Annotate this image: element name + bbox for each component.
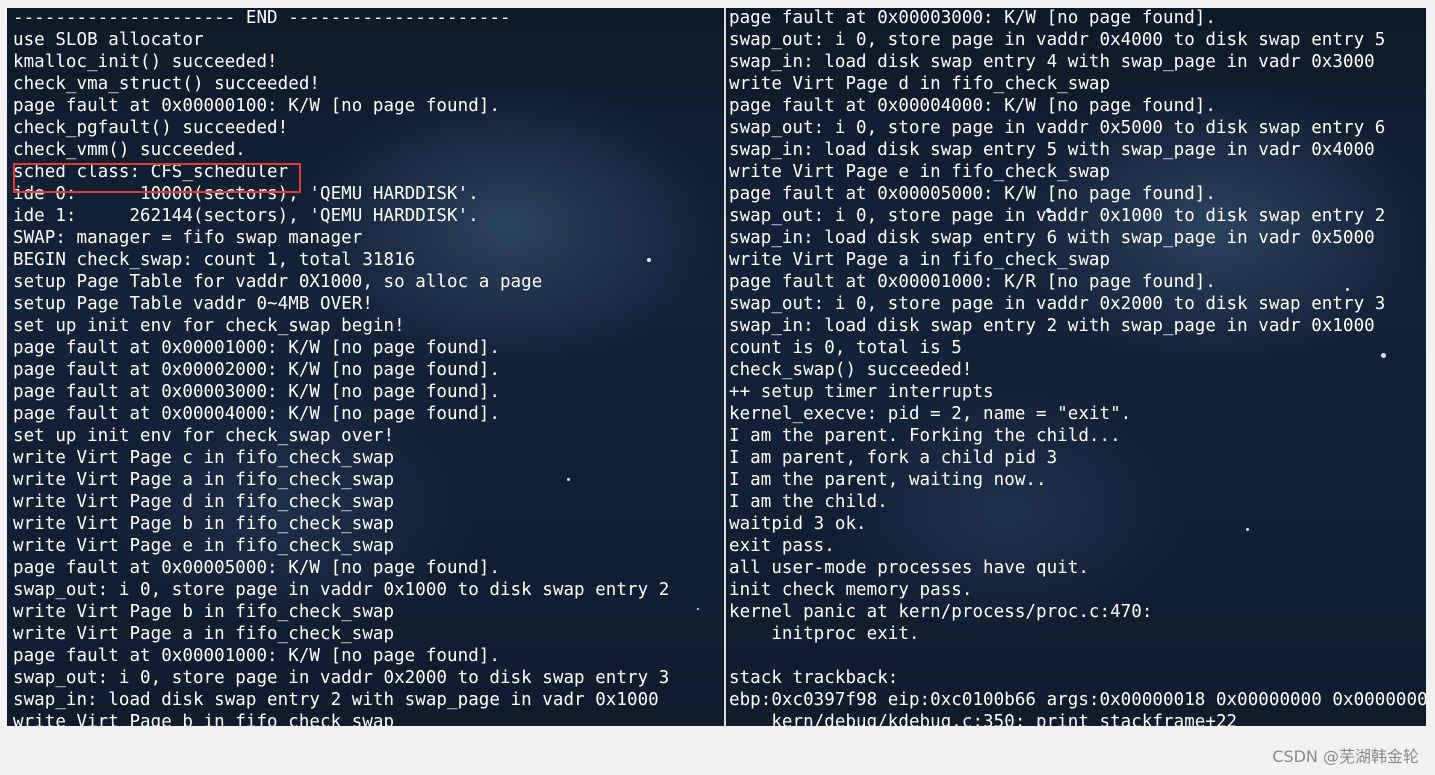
star (697, 608, 699, 610)
terminal-line: swap_out: i 0, store page in vaddr 0x400… (729, 30, 1386, 50)
terminal-line: write Virt Page a in fifo_check_swap (729, 250, 1111, 270)
terminal-line: exit pass. (729, 536, 835, 556)
terminal-line: write Virt Page d in fifo_check_swap (13, 492, 395, 512)
left-terminal-pane: --------------------- END --------------… (7, 8, 724, 726)
terminal-line: page fault at 0x00002000: K/W [no page f… (13, 360, 500, 380)
terminal-line: use SLOB allocator (13, 30, 204, 50)
terminal-line: check_vmm() succeeded. (13, 140, 246, 160)
terminal-line: write Virt Page e in fifo_check_swap (13, 536, 395, 556)
terminal-line: swap_out: i 0, store page in vaddr 0x500… (729, 118, 1386, 138)
terminal-line: set up init env for check_swap begin! (13, 316, 405, 336)
terminal-line: write Virt Page d in fifo_check_swap (729, 74, 1111, 94)
terminal-line: page fault at 0x00004000: K/W [no page f… (13, 404, 500, 424)
terminal-line: check_vma_struct() succeeded! (13, 74, 320, 94)
terminal-line: swap_in: load disk swap entry 2 with swa… (13, 690, 659, 710)
terminal-line: kernel panic at kern/process/proc.c:470: (729, 602, 1153, 622)
terminal-line: stack trackback: (729, 668, 899, 688)
terminal-line: page fault at 0x00003000: K/W [no page f… (729, 8, 1216, 28)
terminal-line: kernel_execve: pid = 2, name = "exit". (729, 404, 1132, 424)
terminal-line: I am the parent. Forking the child... (729, 426, 1121, 446)
terminal-line: swap_in: load disk swap entry 2 with swa… (729, 316, 1375, 336)
terminal-line: I am the child. (729, 492, 888, 512)
terminal-line: write Virt Page b in fifo_check_swap (13, 712, 395, 726)
terminal-line: page fault at 0x00000100: K/W [no page f… (13, 96, 500, 116)
terminal-line: count is 0, total is 5 (729, 338, 962, 358)
terminal-line: kmalloc_init() succeeded! (13, 52, 278, 72)
right-terminal-output: page fault at 0x00003000: K/W [no page f… (729, 8, 1426, 726)
terminal-line: initproc exit. (729, 624, 920, 644)
terminal-line: all user-mode processes have quit. (729, 558, 1089, 578)
left-terminal-output: --------------------- END --------------… (13, 8, 669, 726)
terminal-line: I am parent, fork a child pid 3 (729, 448, 1058, 468)
terminal-line: check_pgfault() succeeded! (13, 118, 289, 138)
terminal-line: ide 1: 262144(sectors), 'QEMU HARDDISK'. (13, 206, 479, 226)
terminal-line: write Virt Page a in fifo_check_swap (13, 624, 395, 644)
terminal-line: page fault at 0x00005000: K/W [no page f… (729, 184, 1216, 204)
terminal-line: setup Page Table for vaddr 0X1000, so al… (13, 272, 543, 292)
terminal-line: I am the parent, waiting now.. (729, 470, 1047, 490)
terminal-line: write Virt Page b in fifo_check_swap (13, 514, 395, 534)
csdn-watermark: CSDN @芜湖韩金轮 (1272, 747, 1419, 766)
right-terminal-pane: page fault at 0x00003000: K/W [no page f… (726, 8, 1426, 726)
terminal-line: swap_out: i 0, store page in vaddr 0x100… (13, 580, 670, 600)
terminal-line: page fault at 0x00004000: K/W [no page f… (729, 96, 1216, 116)
terminal-line: swap_out: i 0, store page in vaddr 0x200… (729, 294, 1386, 314)
terminal-line: init check memory pass. (729, 580, 973, 600)
terminal-line: setup Page Table vaddr 0~4MB OVER! (13, 294, 373, 314)
terminal-line: write Virt Page e in fifo_check_swap (729, 162, 1111, 182)
terminal-line: page fault at 0x00001000: K/W [no page f… (13, 338, 500, 358)
terminal-line: swap_out: i 0, store page in vaddr 0x100… (729, 206, 1386, 226)
terminal-line: ++ setup timer interrupts (729, 382, 994, 402)
highlight-box (13, 163, 301, 193)
terminal-line: waitpid 3 ok. (729, 514, 867, 534)
terminal-line: ebp:0xc0397f98 eip:0xc0100b66 args:0x000… (729, 690, 1426, 710)
terminal-line: write Virt Page b in fifo_check_swap (13, 602, 395, 622)
terminal-line: kern/debug/kdebug.c:350: print_stackfram… (729, 712, 1238, 726)
terminal-line: page fault at 0x00005000: K/W [no page f… (13, 558, 500, 578)
terminal-line: BEGIN check_swap: count 1, total 31816 (13, 250, 416, 270)
terminal-line: write Virt Page c in fifo_check_swap (13, 448, 395, 468)
terminal-line: check_swap() succeeded! (729, 360, 973, 380)
terminal-line: swap_in: load disk swap entry 4 with swa… (729, 52, 1375, 72)
terminal-line: page fault at 0x00003000: K/W [no page f… (13, 382, 500, 402)
terminal-line: swap_in: load disk swap entry 5 with swa… (729, 140, 1375, 160)
terminal-line: --------------------- END --------------… (13, 8, 511, 28)
terminal-line: page fault at 0x00001000: K/W [no page f… (13, 646, 500, 666)
terminal-line: set up init env for check_swap over! (13, 426, 395, 446)
terminal-line: page fault at 0x00001000: K/R [no page f… (729, 272, 1216, 292)
terminal-line: swap_out: i 0, store page in vaddr 0x200… (13, 668, 670, 688)
terminal-line: write Virt Page a in fifo_check_swap (13, 470, 395, 490)
terminal-line: SWAP: manager = fifo swap manager (13, 228, 363, 248)
terminal-line: swap_in: load disk swap entry 6 with swa… (729, 228, 1375, 248)
